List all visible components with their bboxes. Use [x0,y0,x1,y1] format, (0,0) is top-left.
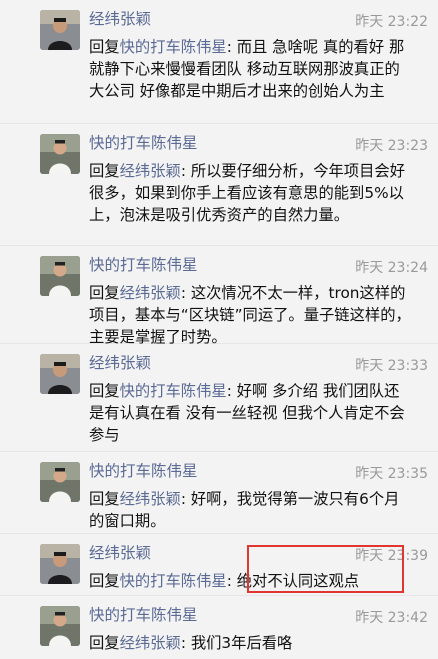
reply-prefix: 回复 [89,490,120,508]
comment-thread: 经纬张颖 昨天 23:22 回复快的打车陈伟星: 而且 急啥呢 真的看好 那就静… [0,0,438,659]
reply-prefix: 回复 [89,382,120,400]
commenter-name[interactable]: 快的打车陈伟星 [89,605,198,625]
reply-target-name[interactable]: 快的打车陈伟星 [120,572,227,590]
reply-target-name[interactable]: 经纬张颖 [120,634,181,652]
comment-text: 回复快的打车陈伟星: 而且 急啥呢 真的看好 那就静下心来慢慢看团队 移动互联网… [89,36,411,102]
avatar[interactable] [40,134,80,174]
comment-item: 经纬张颖 昨天 23:33 回复快的打车陈伟星: 好啊 多介绍 我们团队还是有认… [0,344,438,452]
comment-item: 快的打车陈伟星 昨天 23:42 回复经纬张颖: 我们3年后看咯 [0,596,438,659]
reply-prefix: 回复 [89,572,120,590]
reply-target-name[interactable]: 快的打车陈伟星 [120,382,227,400]
highlight-box [247,545,404,593]
comment-text: 回复经纬张颖: 我们3年后看咯 [89,632,411,654]
comment-item: 快的打车陈伟星 昨天 23:24 回复经纬张颖: 这次情况不太一样，tron这样… [0,246,438,346]
reply-prefix: 回复 [89,38,120,56]
comment-timestamp: 昨天 23:24 [355,260,428,276]
reply-target-name[interactable]: 快的打车陈伟星 [120,38,227,56]
comment-item: 快的打车陈伟星 昨天 23:35 回复经纬张颖: 好啊，我觉得第一波只有6个月的… [0,452,438,534]
comment-content: : 我们3年后看咯 [180,634,293,652]
avatar[interactable] [40,606,80,646]
commenter-name[interactable]: 快的打车陈伟星 [89,133,198,153]
comment-text: 回复快的打车陈伟星: 好啊 多介绍 我们团队还是有认真在看 没有一丝轻视 但我个… [89,380,411,446]
reply-prefix: 回复 [89,634,120,652]
comment-timestamp: 昨天 23:33 [355,358,428,374]
avatar[interactable] [40,544,80,584]
commenter-name[interactable]: 经纬张颖 [89,353,151,373]
commenter-name[interactable]: 经纬张颖 [89,543,151,563]
avatar[interactable] [40,354,80,394]
reply-prefix: 回复 [89,284,120,302]
commenter-name[interactable]: 快的打车陈伟星 [89,255,198,275]
commenter-name[interactable]: 快的打车陈伟星 [89,461,198,481]
comment-timestamp: 昨天 23:35 [355,466,428,482]
avatar[interactable] [40,10,80,50]
comment-item: 快的打车陈伟星 昨天 23:23 回复经纬张颖: 所以要仔细分析，今年项目会好很… [0,124,438,246]
commenter-name[interactable]: 经纬张颖 [89,9,151,29]
avatar[interactable] [40,256,80,296]
comment-item: 经纬张颖 昨天 23:22 回复快的打车陈伟星: 而且 急啥呢 真的看好 那就静… [0,0,438,124]
comment-timestamp: 昨天 23:22 [355,14,428,30]
reply-target-name[interactable]: 经纬张颖 [120,162,181,180]
comment-timestamp: 昨天 23:23 [355,138,428,154]
reply-prefix: 回复 [89,162,120,180]
comment-timestamp: 昨天 23:42 [355,610,428,626]
reply-target-name[interactable]: 经纬张颖 [120,490,181,508]
comment-text: 回复经纬张颖: 好啊，我觉得第一波只有6个月的窗口期。 [89,488,411,532]
avatar[interactable] [40,462,80,502]
comment-text: 回复经纬张颖: 这次情况不太一样，tron这样的项目，基本与“区块链”同运了。量… [89,282,411,348]
reply-target-name[interactable]: 经纬张颖 [120,284,181,302]
comment-text: 回复经纬张颖: 所以要仔细分析，今年项目会好很多，如果到你手上看应该有意思的能到… [89,160,411,226]
